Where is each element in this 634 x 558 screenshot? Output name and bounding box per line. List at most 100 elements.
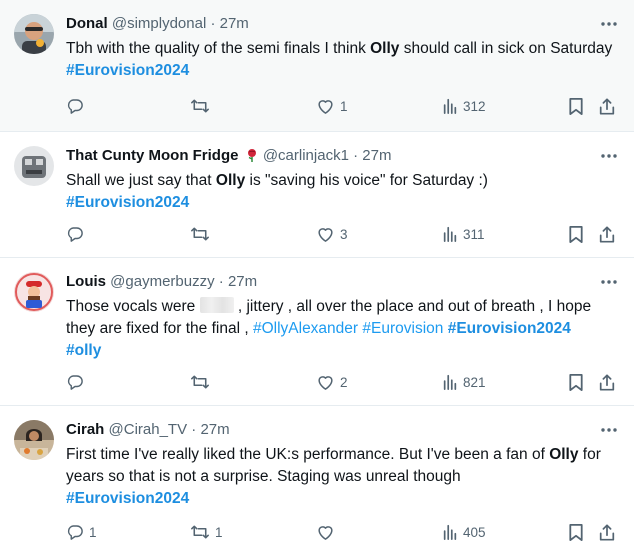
hashtag-link[interactable]: #Eurovision2024 <box>66 194 189 211</box>
like-button[interactable]: 1 <box>316 96 348 116</box>
bookmark-icon <box>569 225 583 243</box>
timestamp[interactable]: 27m <box>220 15 249 32</box>
tweet-header: Cirah @Cirah_TV · 27m <box>66 420 230 440</box>
tweet-actions: 2 821 <box>66 372 620 392</box>
retweet-button[interactable] <box>190 372 215 392</box>
share-button[interactable] <box>598 224 616 244</box>
user-handle[interactable]: @gaymerbuzzy <box>110 273 214 290</box>
heart-icon <box>318 526 333 540</box>
more-dots-icon[interactable] <box>598 272 620 292</box>
reply-icon <box>67 227 83 242</box>
timestamp[interactable]: 27m <box>228 273 257 290</box>
tweet-text: First time I've really liked the UK:s pe… <box>66 444 620 510</box>
separator: · <box>353 147 359 164</box>
tweet-card[interactable]: Donal @simplydonal · 27m Tbh with the qu… <box>0 0 634 132</box>
more-dots-icon[interactable] <box>598 420 620 440</box>
display-name[interactable]: Louis <box>66 273 106 290</box>
views-chart-icon <box>443 98 457 114</box>
text-segment: Shall we just say that <box>66 172 216 189</box>
tweet-text: Those vocals were , jittery , all over t… <box>66 296 620 362</box>
share-icon <box>599 97 615 115</box>
hashtag-link[interactable]: #Eurovision2024 <box>448 320 571 337</box>
like-button[interactable]: 2 <box>316 372 348 392</box>
tweet-header: That Cunty Moon Fridge @carlinjack1 · 27… <box>66 146 391 166</box>
views-button[interactable]: 821 <box>442 372 486 392</box>
like-count: 2 <box>340 374 348 390</box>
hashtag-link[interactable]: #Eurovision <box>362 320 443 337</box>
more-dots-icon[interactable] <box>598 14 620 34</box>
bookmark-icon <box>569 97 583 115</box>
bookmark-button[interactable] <box>568 96 584 116</box>
retweet-count: 1 <box>215 524 223 540</box>
separator: · <box>218 273 224 290</box>
user-handle[interactable]: @simplydonal <box>112 15 206 32</box>
timestamp[interactable]: 27m <box>362 147 391 164</box>
share-button[interactable] <box>598 96 616 116</box>
tweet-card[interactable]: Cirah @Cirah_TV · 27m First time I've re… <box>0 406 634 558</box>
bold-keyword: Olly <box>370 40 400 57</box>
tweet-actions: 1 312 <box>66 96 620 116</box>
reply-button[interactable] <box>66 224 89 244</box>
display-name[interactable]: Donal <box>66 15 108 32</box>
display-name[interactable]: Cirah <box>66 421 104 438</box>
share-icon <box>599 523 615 541</box>
tweet-text: Shall we just say that Olly is "saving h… <box>66 170 620 214</box>
hashtag-link[interactable]: #olly <box>66 342 101 359</box>
text-segment: should call in sick on Saturday <box>399 40 613 57</box>
display-name[interactable]: That Cunty Moon Fridge <box>66 147 238 164</box>
tweet-header: Donal @simplydonal · 27m <box>66 14 249 34</box>
avatar[interactable] <box>14 14 54 54</box>
rose-icon <box>245 148 259 162</box>
reply-button[interactable] <box>66 372 89 392</box>
bookmark-icon <box>569 523 583 541</box>
view-count: 821 <box>463 374 486 390</box>
avatar[interactable] <box>14 272 54 312</box>
reply-count: 1 <box>89 524 97 540</box>
reply-icon <box>67 375 83 390</box>
user-handle[interactable]: @Cirah_TV <box>109 421 188 438</box>
like-button[interactable] <box>316 522 340 542</box>
views-chart-icon <box>443 374 457 390</box>
more-dots-icon[interactable] <box>598 146 620 166</box>
retweet-button[interactable]: 1 <box>190 522 223 542</box>
view-count: 405 <box>463 524 486 540</box>
reply-button[interactable]: 1 <box>66 522 97 542</box>
retweet-button[interactable] <box>190 224 215 244</box>
hashtag-link[interactable]: #OllyAlexander <box>253 320 358 337</box>
avatar[interactable] <box>14 420 54 460</box>
tweet-text: Tbh with the quality of the semi finals … <box>66 38 620 82</box>
tweet-feed: Donal @simplydonal · 27m Tbh with the qu… <box>0 0 634 558</box>
bookmark-button[interactable] <box>568 224 584 244</box>
timestamp[interactable]: 27m <box>200 421 229 438</box>
retweet-button[interactable] <box>190 96 215 116</box>
retweet-icon <box>191 99 209 113</box>
tweet-header: Louis @gaymerbuzzy · 27m <box>66 272 257 292</box>
separator: · <box>210 15 216 32</box>
views-chart-icon <box>443 524 457 540</box>
views-chart-icon <box>443 226 457 242</box>
heart-icon <box>318 376 333 390</box>
share-button[interactable] <box>598 372 616 392</box>
hashtag-link[interactable]: #Eurovision2024 <box>66 490 189 507</box>
like-count: 1 <box>340 98 348 114</box>
share-icon <box>599 225 615 243</box>
text-segment: Those vocals were <box>66 298 200 315</box>
views-button[interactable]: 312 <box>442 96 486 116</box>
bookmark-button[interactable] <box>568 372 584 392</box>
reply-icon <box>67 525 83 540</box>
text-segment: Tbh with the quality of the semi finals … <box>66 40 371 57</box>
avatar[interactable] <box>14 146 54 186</box>
user-handle[interactable]: @carlinjack1 <box>263 147 349 164</box>
text-segment: is "saving his voice" for Saturday :) <box>245 172 488 189</box>
like-button[interactable]: 3 <box>316 224 348 244</box>
hashtag-link[interactable]: #Eurovision2024 <box>66 62 189 79</box>
reply-icon <box>67 99 83 114</box>
tweet-card[interactable]: That Cunty Moon Fridge @carlinjack1 · 27… <box>0 132 634 258</box>
bookmark-button[interactable] <box>568 522 584 542</box>
tweet-card[interactable]: Louis @gaymerbuzzy · 27m Those vocals we… <box>0 258 634 406</box>
share-button[interactable] <box>598 522 616 542</box>
views-button[interactable]: 405 <box>442 522 486 542</box>
views-button[interactable]: 311 <box>442 224 485 244</box>
reply-button[interactable] <box>66 96 89 116</box>
heart-icon <box>318 100 333 114</box>
